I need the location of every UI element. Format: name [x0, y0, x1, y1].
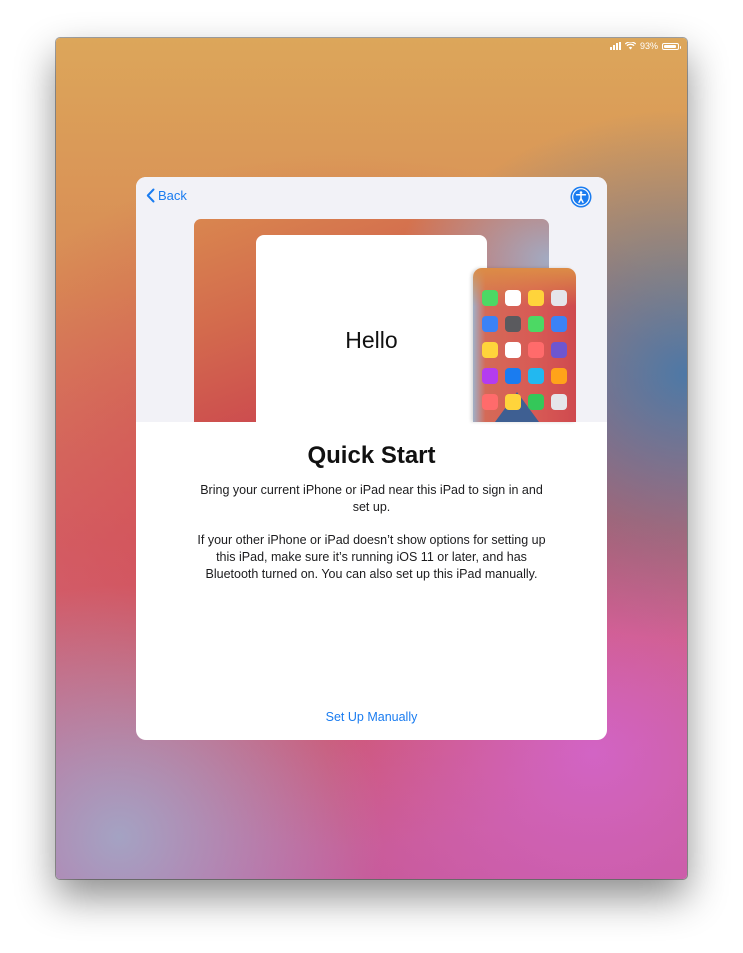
setup-sheet: Back Hello Quick Start Bring your curren…: [136, 177, 607, 740]
app-icon: [551, 342, 567, 358]
battery-icon: [662, 42, 681, 50]
app-icon: [482, 368, 498, 384]
iphone-illustration: [473, 268, 576, 422]
app-icon: [528, 394, 544, 410]
instruction-text: Bring your current iPhone or iPad near t…: [200, 483, 543, 514]
app-icon: [505, 290, 521, 306]
app-icon: [505, 316, 521, 332]
page-title: Quick Start: [307, 442, 436, 469]
cellular-signal-icon: [609, 42, 621, 50]
app-icon: [505, 394, 521, 410]
app-icon: [528, 368, 544, 384]
battery-percent: 93%: [639, 41, 658, 51]
hello-card: Hello: [256, 235, 487, 422]
app-icon: [528, 290, 544, 306]
hello-text: Hello: [345, 327, 398, 353]
wifi-icon: [624, 42, 636, 50]
back-button[interactable]: Back: [146, 188, 187, 203]
set-up-manually-button[interactable]: Set Up Manually: [136, 710, 607, 724]
app-icon: [551, 290, 567, 306]
app-icon: [528, 342, 544, 358]
chevron-left-icon: [146, 188, 155, 203]
app-icon: [551, 394, 567, 410]
app-icon: [505, 342, 521, 358]
app-icon: [482, 342, 498, 358]
app-icon: [482, 316, 498, 332]
app-icon: [528, 316, 544, 332]
status-bar: 93%: [609, 38, 687, 54]
ipad-screen: 93% Back Hello Quick Start Bring your cu…: [56, 38, 687, 879]
content-area: Quick Start Bring your current iPhone or…: [136, 422, 607, 583]
app-icon: [482, 394, 498, 410]
hero-area: Back Hello: [136, 177, 607, 422]
accessibility-icon[interactable]: [570, 186, 592, 208]
back-label: Back: [158, 188, 187, 203]
help-text: If your other iPhone or iPad doesn’t sho…: [197, 533, 546, 581]
app-icon: [482, 290, 498, 306]
app-icon: [551, 316, 567, 332]
app-icon: [551, 368, 567, 384]
app-icon-grid: [482, 290, 567, 410]
app-icon: [505, 368, 521, 384]
